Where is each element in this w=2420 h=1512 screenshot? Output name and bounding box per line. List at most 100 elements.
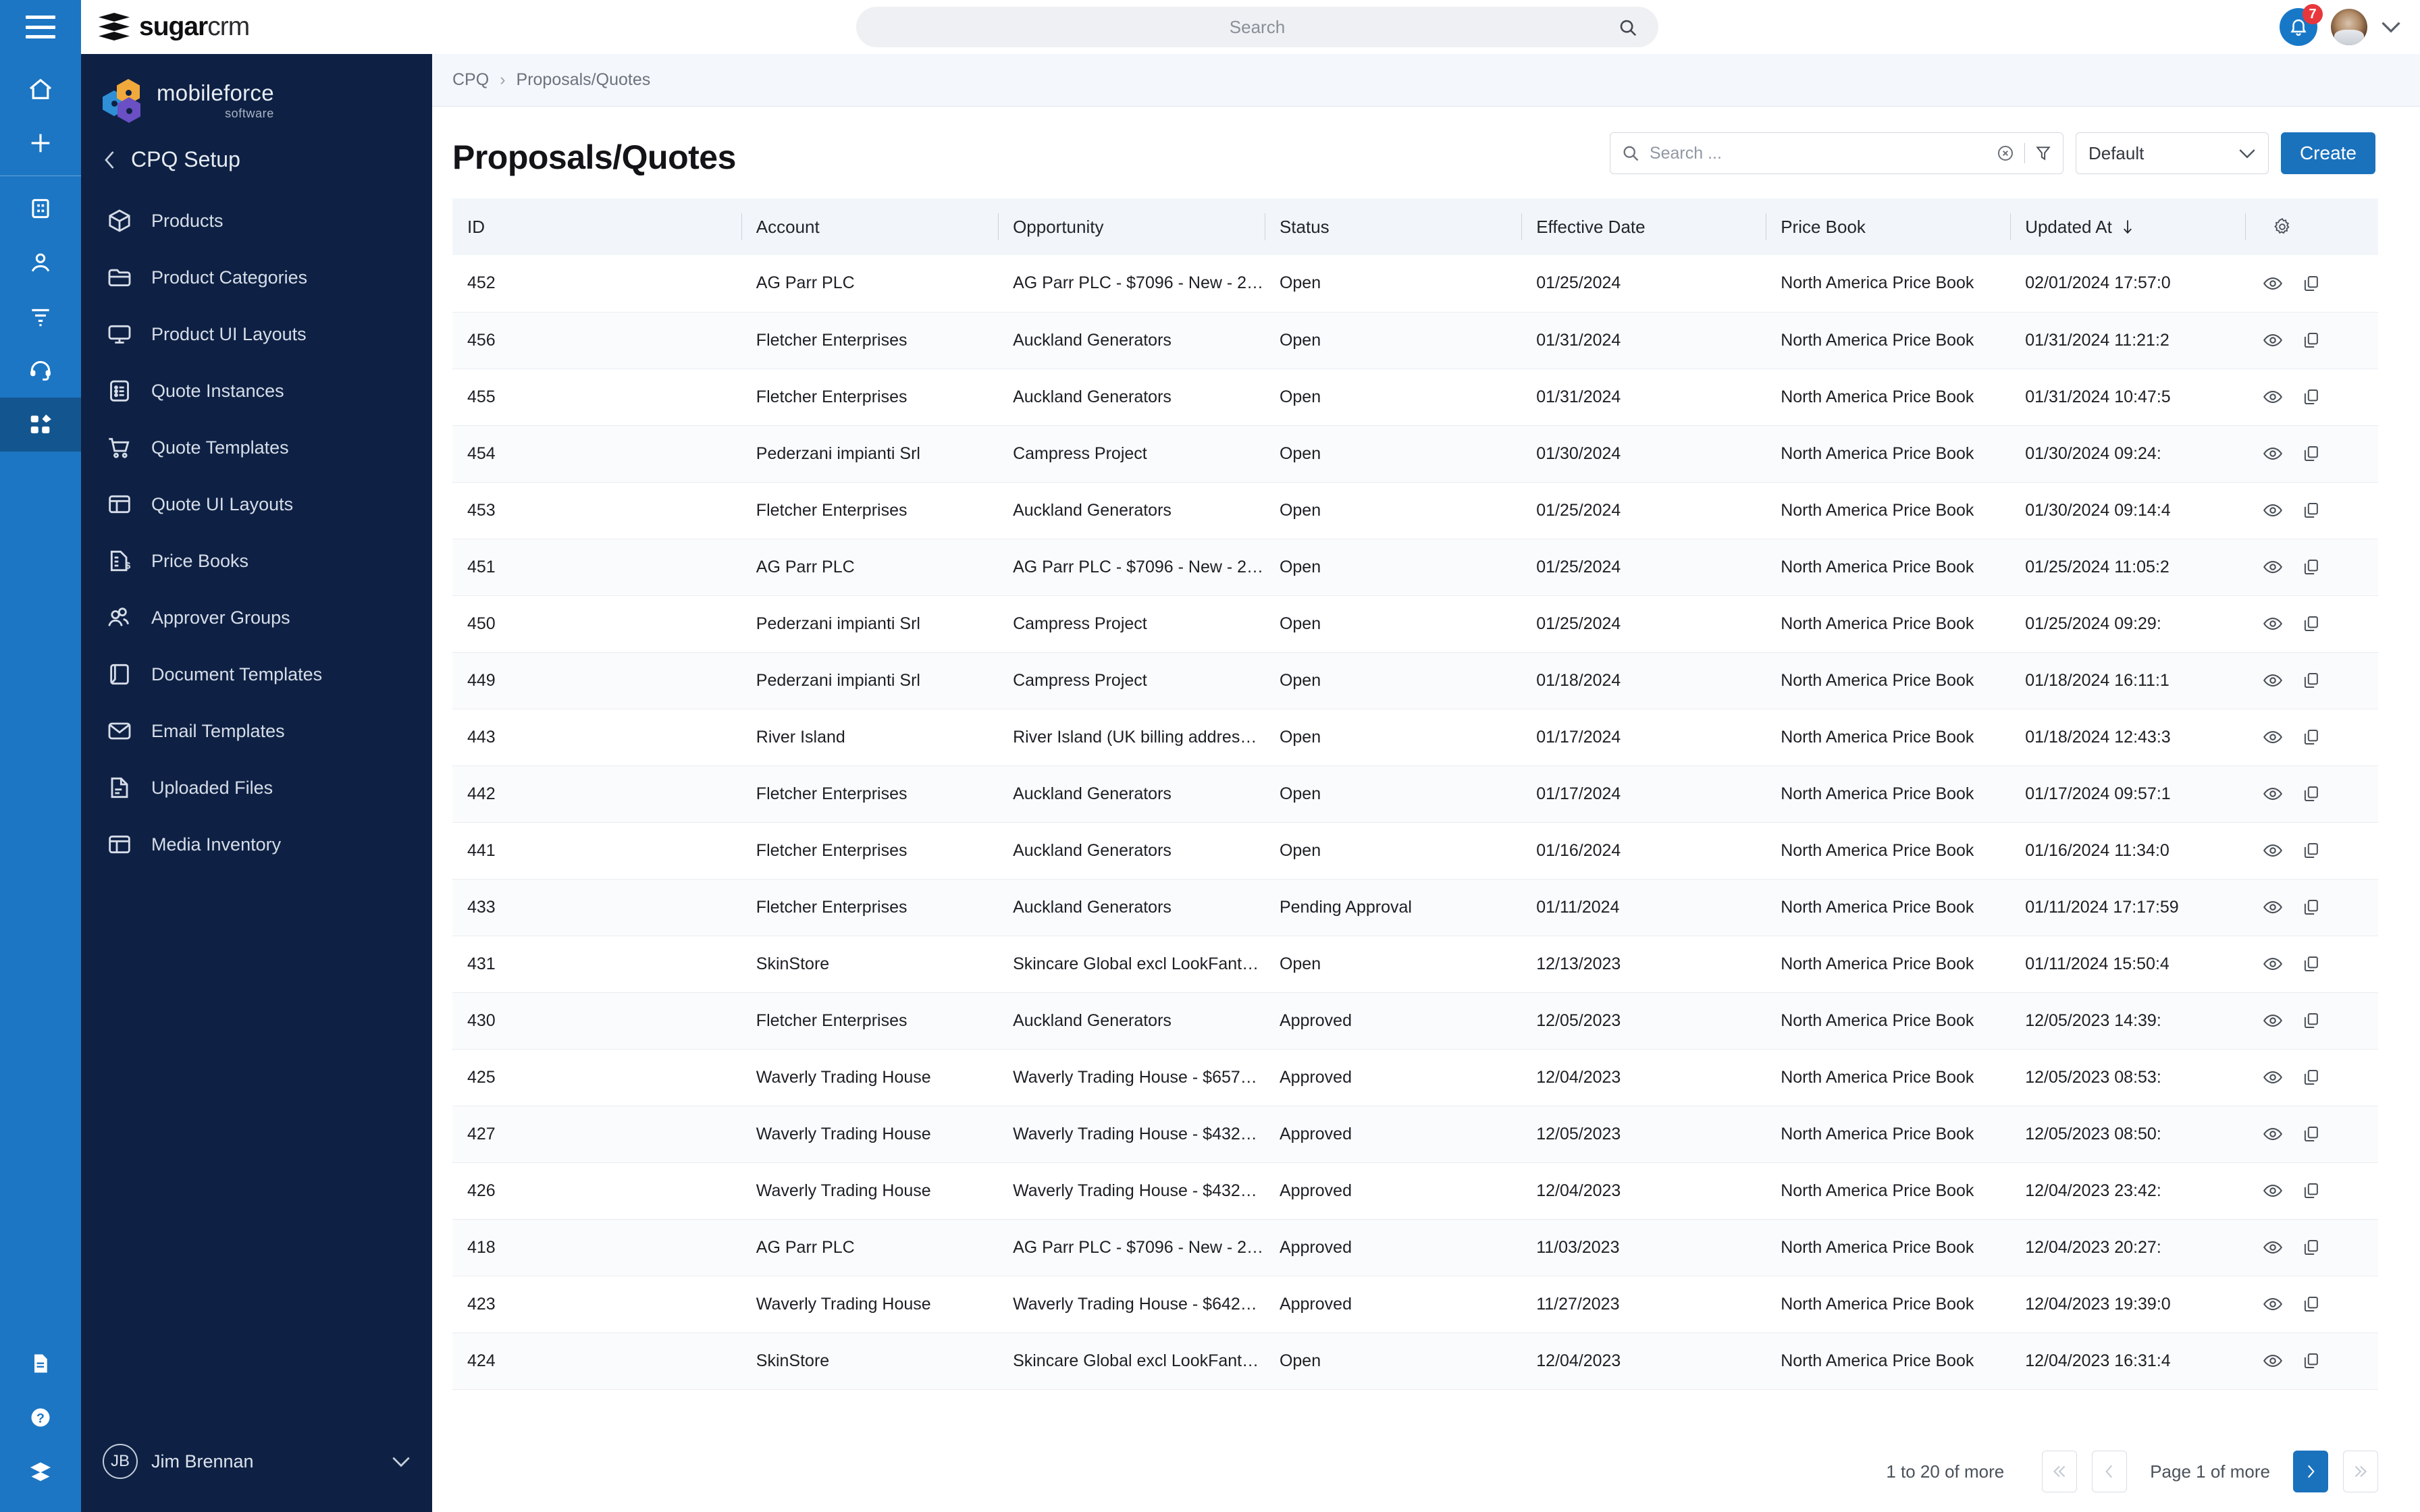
- chevron-down-icon[interactable]: [392, 1456, 411, 1467]
- eye-icon[interactable]: [2263, 670, 2283, 691]
- sidebar-item-products[interactable]: Products: [81, 192, 432, 249]
- hamburger-menu-button[interactable]: [0, 0, 81, 54]
- chevron-down-icon[interactable]: [2381, 21, 2401, 33]
- copy-icon[interactable]: [2302, 727, 2321, 747]
- clear-circle-icon[interactable]: [1996, 144, 2015, 163]
- copy-icon[interactable]: [2302, 954, 2321, 974]
- filter-icon[interactable]: [2034, 144, 2052, 163]
- table-row[interactable]: 456 Fletcher Enterprises Auckland Generato…: [452, 312, 2378, 369]
- sidebar-item-media-inventory[interactable]: Media Inventory: [81, 816, 432, 873]
- table-row[interactable]: 449 Pederzani impianti Srl Campress Projec…: [452, 652, 2378, 709]
- sidebar-item-quote-ui-layouts[interactable]: Quote UI Layouts: [81, 476, 432, 533]
- eye-icon[interactable]: [2263, 330, 2283, 350]
- eye-icon[interactable]: [2263, 614, 2283, 634]
- table-row[interactable]: 423 Waverly Trading House Waverly Trading …: [452, 1276, 2378, 1333]
- table-row[interactable]: 453 Fletcher Enterprises Auckland Generato…: [452, 482, 2378, 539]
- rail-accounts-button[interactable]: [0, 182, 81, 236]
- copy-icon[interactable]: [2302, 670, 2321, 691]
- eye-icon[interactable]: [2263, 1351, 2283, 1371]
- search-input[interactable]: Search ...: [1609, 132, 2063, 174]
- rail-help-button[interactable]: ?: [0, 1390, 81, 1444]
- first-page-button[interactable]: [2042, 1451, 2078, 1492]
- sidebar-section-header[interactable]: CPQ Setup: [81, 142, 432, 192]
- rail-add-button[interactable]: [0, 116, 81, 170]
- sidebar-user-menu[interactable]: JB Jim Brennan: [81, 1411, 432, 1512]
- column-header-status[interactable]: Status: [1264, 198, 1522, 255]
- table-row[interactable]: 426 Waverly Trading House Waverly Trading …: [452, 1162, 2378, 1220]
- rail-support-button[interactable]: [0, 344, 81, 398]
- table-row[interactable]: 455 Fletcher Enterprises Auckland Generato…: [452, 369, 2378, 426]
- eye-icon[interactable]: [2263, 387, 2283, 407]
- table-row[interactable]: 433 Fletcher Enterprises Auckland Generato…: [452, 879, 2378, 936]
- copy-icon[interactable]: [2302, 1124, 2321, 1144]
- column-header-price-book[interactable]: Price Book: [1766, 198, 2011, 255]
- table-row[interactable]: 430 Fletcher Enterprises Auckland Generato…: [452, 992, 2378, 1050]
- create-button[interactable]: Create: [2280, 132, 2375, 174]
- sidebar-item-document-templates[interactable]: Document Templates: [81, 646, 432, 703]
- column-header-effective-date[interactable]: Effective Date: [1521, 198, 1766, 255]
- view-select[interactable]: Default: [2075, 132, 2269, 174]
- eye-icon[interactable]: [2263, 1067, 2283, 1087]
- copy-icon[interactable]: [2302, 1010, 2321, 1031]
- column-header-id[interactable]: ID: [452, 198, 741, 255]
- eye-icon[interactable]: [2263, 1294, 2283, 1314]
- sidebar-item-email-templates[interactable]: Email Templates: [81, 703, 432, 759]
- table-row[interactable]: 431 SkinStore Skincare Global excl LookFan…: [452, 936, 2378, 993]
- copy-icon[interactable]: [2302, 840, 2321, 861]
- eye-icon[interactable]: [2263, 1124, 2283, 1144]
- copy-icon[interactable]: [2302, 1181, 2321, 1201]
- eye-icon[interactable]: [2263, 500, 2283, 520]
- global-search-input[interactable]: Search: [856, 7, 1658, 47]
- column-settings-button[interactable]: [2244, 198, 2378, 255]
- copy-icon[interactable]: [2302, 784, 2321, 804]
- rail-leads-button[interactable]: [0, 290, 81, 344]
- copy-icon[interactable]: [2302, 1067, 2321, 1087]
- rail-apps-button[interactable]: [0, 398, 81, 452]
- copy-icon[interactable]: [2302, 273, 2321, 294]
- table-row[interactable]: 450 Pederzani impianti Srl Campress Projec…: [452, 595, 2378, 653]
- table-row[interactable]: 427 Waverly Trading House Waverly Trading …: [452, 1106, 2378, 1163]
- sidebar-item-price-books[interactable]: $ Price Books: [81, 533, 432, 589]
- sugarcrm-logo[interactable]: sugarcrm: [81, 11, 250, 43]
- sidebar-item-quote-instances[interactable]: Quote Instances: [81, 362, 432, 419]
- rail-documents-button[interactable]: [0, 1336, 81, 1390]
- notifications-button[interactable]: 7: [2280, 4, 2323, 46]
- table-row[interactable]: 443 River Island River Island (UK billing …: [452, 709, 2378, 766]
- copy-icon[interactable]: [2302, 897, 2321, 917]
- column-header-opportunity[interactable]: Opportunity: [998, 198, 1265, 255]
- rail-contacts-button[interactable]: [0, 236, 81, 290]
- copy-icon[interactable]: [2302, 557, 2321, 577]
- prev-page-button[interactable]: [2092, 1451, 2128, 1492]
- copy-icon[interactable]: [2302, 1237, 2321, 1258]
- eye-icon[interactable]: [2263, 784, 2283, 804]
- eye-icon[interactable]: [2263, 557, 2283, 577]
- sidebar-item-quote-templates[interactable]: Quote Templates: [81, 419, 432, 476]
- table-row[interactable]: 442 Fletcher Enterprises Auckland Generato…: [452, 765, 2378, 823]
- eye-icon[interactable]: [2263, 1010, 2283, 1031]
- sidebar-item-approver-groups[interactable]: Approver Groups: [81, 589, 432, 646]
- eye-icon[interactable]: [2263, 443, 2283, 464]
- eye-icon[interactable]: [2263, 1237, 2283, 1258]
- sidebar-item-product-ui-layouts[interactable]: Product UI Layouts: [81, 306, 432, 362]
- last-page-button[interactable]: [2343, 1451, 2378, 1492]
- sidebar-item-uploaded-files[interactable]: Uploaded Files: [81, 759, 432, 816]
- chevron-left-icon[interactable]: [104, 150, 116, 170]
- column-header-updated-at[interactable]: Updated At: [2010, 198, 2245, 255]
- copy-icon[interactable]: [2302, 614, 2321, 634]
- table-row[interactable]: 441 Fletcher Enterprises Auckland Generato…: [452, 822, 2378, 880]
- eye-icon[interactable]: [2263, 954, 2283, 974]
- table-row[interactable]: 418 AG Parr PLC AG Parr PLC - $7096 - New …: [452, 1219, 2378, 1276]
- eye-icon[interactable]: [2263, 273, 2283, 294]
- copy-icon[interactable]: [2302, 1351, 2321, 1371]
- eye-icon[interactable]: [2263, 1181, 2283, 1201]
- table-row[interactable]: 451 AG Parr PLC AG Parr PLC - $7096 - New …: [452, 539, 2378, 596]
- table-row[interactable]: 424 SkinStore Skincare Global excl LookFan…: [452, 1332, 2378, 1390]
- rail-home-button[interactable]: [0, 62, 81, 116]
- next-page-button[interactable]: [2293, 1451, 2328, 1492]
- table-row[interactable]: 425 Waverly Trading House Waverly Trading …: [452, 1049, 2378, 1106]
- avatar[interactable]: [2331, 9, 2367, 45]
- copy-icon[interactable]: [2302, 500, 2321, 520]
- eye-icon[interactable]: [2263, 840, 2283, 861]
- eye-icon[interactable]: [2263, 727, 2283, 747]
- rail-layers-button[interactable]: [0, 1444, 81, 1498]
